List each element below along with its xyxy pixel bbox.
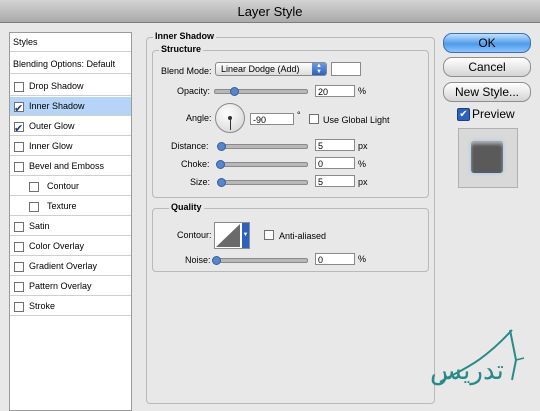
angle-field[interactable]: -90 — [250, 113, 294, 125]
contour-label: Contour: — [177, 230, 212, 240]
style-item-outer-glow[interactable]: Outer Glow — [10, 117, 131, 138]
size-label: Size: — [190, 177, 211, 187]
contour-preview-icon — [216, 224, 240, 247]
title-bar[interactable]: Layer Style — [0, 0, 540, 23]
preview-square — [471, 141, 503, 173]
choke-label: Choke: — [181, 159, 210, 169]
style-item-label: Inner Glow — [29, 141, 73, 151]
noise-slider-knob[interactable] — [212, 256, 221, 265]
size-slider-knob[interactable] — [217, 178, 226, 187]
opacity-label: Opacity: — [177, 86, 211, 96]
style-item-label: Stroke — [29, 301, 56, 311]
style-item-checkbox[interactable] — [14, 302, 24, 312]
style-item-drop-shadow[interactable]: Drop Shadow — [10, 77, 131, 96]
quality-title: Quality — [169, 202, 204, 212]
style-item-label: Pattern Overlay — [29, 281, 92, 291]
styles-header-label: Styles — [13, 37, 38, 47]
anti-aliased-label: Anti-aliased — [279, 231, 327, 241]
use-global-light-label: Use Global Light — [323, 115, 390, 125]
style-item-label: Drop Shadow — [29, 81, 84, 91]
style-item-label: Inner Shadow — [29, 101, 85, 111]
blend-mode-label: Blend Mode: — [161, 66, 212, 76]
contour-picker[interactable]: ▼ — [214, 222, 250, 249]
styles-list: Styles Blending Options: Default Drop Sh… — [9, 32, 132, 411]
style-item-checkbox[interactable] — [14, 222, 24, 232]
style-item-label: Satin — [29, 221, 50, 231]
style-item-checkbox[interactable] — [29, 202, 39, 212]
cancel-button[interactable]: Cancel — [443, 57, 531, 77]
watermark-text: تدریس — [430, 356, 504, 386]
opacity-unit: % — [358, 86, 367, 96]
distance-slider-knob[interactable] — [217, 142, 226, 151]
opacity-field[interactable]: 20 — [315, 85, 355, 97]
blend-mode-value: Linear Dodge (Add) — [221, 64, 300, 74]
blending-options-label: Blending Options: Default — [13, 59, 116, 69]
preview-label: Preview — [472, 107, 515, 121]
preview-checkbox[interactable]: ✔ — [457, 108, 470, 121]
style-item-pattern-overlay[interactable]: Pattern Overlay — [10, 277, 131, 296]
style-preview-swatch — [458, 128, 518, 188]
style-item-bevel-and-emboss[interactable]: Bevel and Emboss — [10, 157, 131, 176]
style-item-checkbox[interactable] — [14, 82, 24, 92]
style-item-label: Gradient Overlay — [29, 261, 98, 271]
choke-field[interactable]: 0 — [315, 157, 355, 169]
anti-aliased-checkbox[interactable] — [264, 230, 274, 240]
shadow-color-swatch[interactable] — [331, 62, 361, 76]
style-item-checkbox[interactable] — [14, 99, 24, 118]
select-arrows-icon: ▲ ▼ — [312, 63, 326, 75]
contour-dropdown-icon[interactable]: ▼ — [242, 223, 249, 248]
style-item-inner-shadow[interactable]: Inner Shadow — [10, 97, 131, 118]
style-item-satin[interactable]: Satin — [10, 217, 131, 236]
style-item-gradient-overlay[interactable]: Gradient Overlay — [10, 257, 131, 276]
watermark-logo: تدریس — [420, 320, 532, 400]
choke-slider[interactable] — [216, 160, 308, 169]
ok-button[interactable]: OK — [443, 33, 531, 53]
style-item-label: Contour — [47, 181, 80, 191]
angle-label: Angle: — [186, 113, 212, 123]
style-item-checkbox[interactable] — [14, 119, 24, 138]
style-item-inner-glow[interactable]: Inner Glow — [10, 137, 131, 156]
new-style-button[interactable]: New Style... — [443, 82, 531, 102]
style-item-label: Texture — [47, 201, 77, 211]
window-title: Layer Style — [237, 4, 303, 19]
style-item-checkbox[interactable] — [14, 262, 24, 272]
choke-unit: % — [358, 159, 367, 169]
blending-options[interactable]: Blending Options: Default — [10, 55, 131, 74]
style-item-checkbox[interactable] — [14, 282, 24, 292]
styles-header[interactable]: Styles — [10, 33, 131, 52]
structure-title: Structure — [159, 44, 204, 54]
style-item-stroke[interactable]: Stroke — [10, 297, 131, 316]
style-item-contour[interactable]: Contour — [10, 177, 131, 196]
style-item-label: Color Overlay — [29, 241, 85, 251]
inner-shadow-title: Inner Shadow — [153, 31, 217, 41]
blend-mode-select[interactable]: Linear Dodge (Add) ▲ ▼ — [215, 62, 327, 76]
distance-field[interactable]: 5 — [315, 139, 355, 151]
angle-degree: ° — [297, 110, 301, 120]
distance-label: Distance: — [171, 141, 209, 151]
style-item-checkbox[interactable] — [14, 242, 24, 252]
noise-unit: % — [358, 254, 367, 264]
style-item-checkbox[interactable] — [29, 182, 39, 192]
style-item-checkbox[interactable] — [14, 162, 24, 172]
style-item-texture[interactable]: Texture — [10, 197, 131, 216]
distance-unit: px — [358, 141, 368, 151]
style-item-label: Outer Glow — [29, 121, 75, 131]
style-item-color-overlay[interactable]: Color Overlay — [10, 237, 131, 256]
angle-dial[interactable] — [215, 103, 245, 133]
use-global-light-checkbox[interactable] — [309, 114, 319, 124]
noise-field[interactable]: 0 — [315, 253, 355, 265]
angle-center-icon — [228, 116, 232, 120]
noise-slider[interactable] — [212, 256, 308, 265]
size-unit: px — [358, 177, 368, 187]
size-slider[interactable] — [217, 178, 308, 187]
size-field[interactable]: 5 — [315, 175, 355, 187]
distance-slider[interactable] — [217, 142, 308, 151]
style-item-checkbox[interactable] — [14, 142, 24, 152]
style-item-label: Bevel and Emboss — [29, 161, 105, 171]
opacity-slider[interactable] — [214, 87, 308, 96]
noise-label: Noise: — [185, 255, 211, 265]
choke-slider-knob[interactable] — [216, 160, 225, 169]
